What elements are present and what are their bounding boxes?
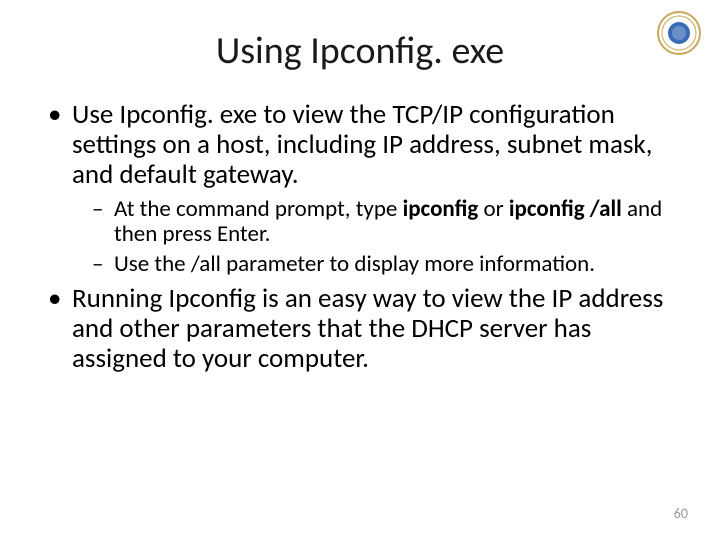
bullet-text: Use Ipconfig. exe to view the TCP/IP con… bbox=[72, 98, 652, 191]
sub-bullet-bold: ipconfig /all bbox=[509, 195, 622, 223]
sub-bullet-bold: ipconfig bbox=[403, 195, 479, 223]
institution-seal-icon bbox=[656, 10, 702, 56]
sub-bullet-text-part: or bbox=[478, 195, 509, 223]
slide-title: Using Ipconfig. exe bbox=[40, 28, 680, 74]
sub-bullet-item: At the command prompt, type ipconfig or … bbox=[92, 197, 680, 249]
page-number: 60 bbox=[674, 505, 688, 522]
bullet-list: Use Ipconfig. exe to view the TCP/IP con… bbox=[46, 100, 680, 375]
slide: Using Ipconfig. exe Use Ipconfig. exe to… bbox=[0, 0, 720, 540]
bullet-item: Use Ipconfig. exe to view the TCP/IP con… bbox=[46, 100, 680, 278]
sub-bullet-list: At the command prompt, type ipconfig or … bbox=[92, 197, 680, 278]
sub-bullet-item: Use the /all parameter to display more i… bbox=[92, 252, 680, 278]
sub-bullet-text: Use the /all parameter to display more i… bbox=[114, 250, 595, 278]
bullet-text: Running Ipconfig is an easy way to view … bbox=[72, 282, 663, 375]
bullet-item: Running Ipconfig is an easy way to view … bbox=[46, 284, 680, 375]
sub-bullet-text-part: At the command prompt, type bbox=[114, 195, 403, 223]
